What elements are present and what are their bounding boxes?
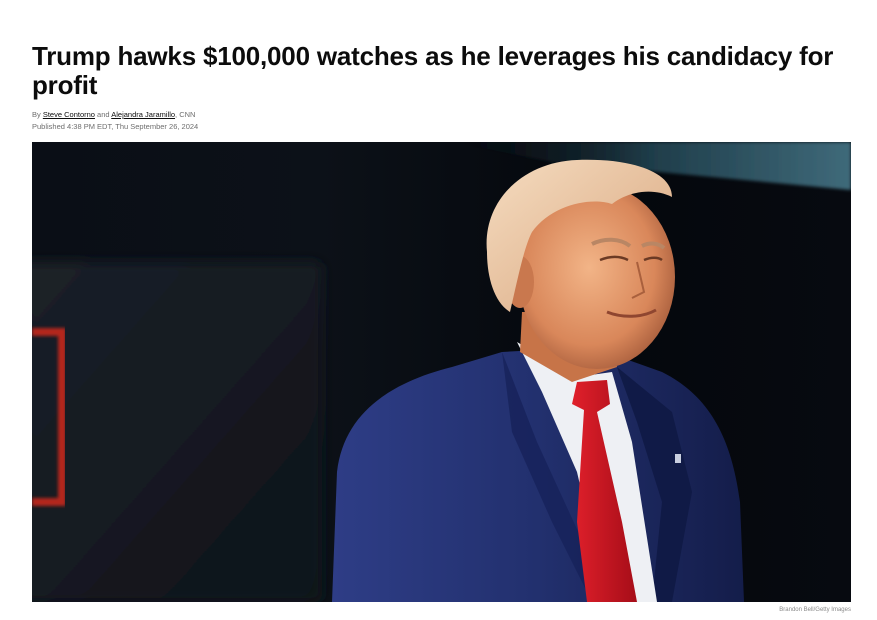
headline: Trump hawks $100,000 watches as he lever… [32, 41, 834, 100]
published-timestamp: Published 4:38 PM EDT, Thu September 26,… [32, 122, 199, 131]
hero-photo-illustration [32, 142, 851, 602]
article-header: Trump hawks $100,000 watches as he lever… [32, 42, 852, 132]
byline-prefix: By [32, 110, 43, 119]
blurred-panel [32, 262, 322, 602]
author-link-steve-contorno[interactable]: Steve Contorno [43, 110, 95, 119]
author-link-alejandra-jaramillo[interactable]: Alejandra Jaramillo [111, 110, 175, 119]
byline: By Steve Contorno and Alejandra Jaramill… [32, 109, 852, 120]
lapel-pin [675, 454, 681, 463]
byline-outlet: , CNN [175, 110, 196, 119]
hero-image [32, 142, 851, 602]
image-credit: Brandon Bell/Getty Images [779, 607, 851, 613]
byline-and: and [94, 110, 112, 119]
